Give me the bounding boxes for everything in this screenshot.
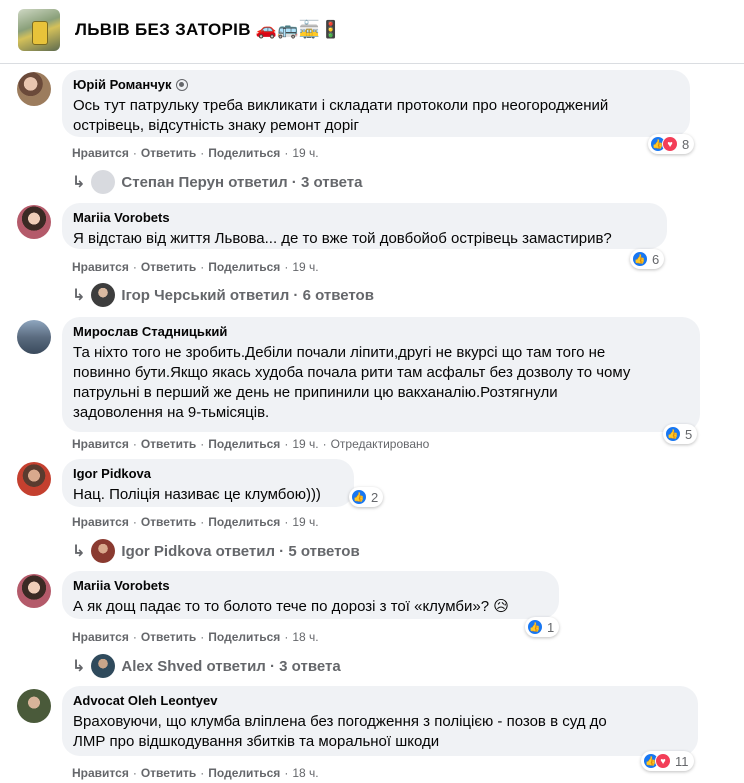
comment-author[interactable]: Mariia Vorobets <box>73 210 170 226</box>
reply-arrow-icon: ↳ <box>72 287 86 304</box>
avatar[interactable] <box>17 205 51 239</box>
reply-button[interactable]: Ответить <box>141 146 196 160</box>
reaction-count: 1 <box>547 619 555 635</box>
avatar[interactable] <box>17 320 51 354</box>
avatar[interactable] <box>17 574 51 608</box>
replies-summary: Ігор Черський ответил · 6 ответов <box>121 286 374 304</box>
comment-author[interactable]: Advocat Oleh Leontyev <box>73 693 217 709</box>
comment-timestamp[interactable]: 19 ч. <box>292 437 318 451</box>
comment-text: Враховуючи, що клумба вліплена без погод… <box>73 713 607 750</box>
like-button[interactable]: Нравится <box>72 766 129 780</box>
reply-avatar <box>91 654 116 678</box>
reply-button[interactable]: Ответить <box>141 437 196 451</box>
like-button[interactable]: Нравится <box>72 146 129 160</box>
like-reaction-icon: 👍 <box>527 619 543 635</box>
reply-arrow-icon: ↳ <box>72 174 86 191</box>
comment-timestamp[interactable]: 18 ч. <box>292 630 318 644</box>
reaction-count: 6 <box>652 251 660 267</box>
top-fan-badge-icon <box>175 79 188 91</box>
reactions-summary[interactable]: 👍 1 <box>525 617 560 637</box>
comment-text: Нац. Поліція називає це клумбою))) <box>73 486 321 503</box>
like-button[interactable]: Нравится <box>72 515 129 529</box>
comment-actions: Нравится · Ответить · Поделиться · 19 ч. <box>72 146 319 160</box>
comment-author[interactable]: Igor Pidkova <box>73 466 151 482</box>
comment-bubble: Mariia Vorobets А як дощ падає то то бол… <box>62 571 559 619</box>
avatar[interactable] <box>17 72 51 106</box>
comment-timestamp[interactable]: 19 ч. <box>292 515 318 529</box>
reaction-count: 5 <box>685 426 693 442</box>
edited-label[interactable]: Отредактировано <box>331 437 430 451</box>
replies-summary: Степан Перун ответил · 3 ответа <box>121 173 363 191</box>
share-button[interactable]: Поделиться <box>208 630 280 644</box>
reply-button[interactable]: Ответить <box>141 766 196 780</box>
comment-timestamp[interactable]: 19 ч. <box>292 146 318 160</box>
comment-timestamp[interactable]: 18 ч. <box>292 766 318 780</box>
comment-text: Я відстаю від життя Львова... де то вже … <box>73 230 612 247</box>
like-reaction-icon: 👍 <box>632 251 648 267</box>
reactions-summary[interactable]: 👍 5 <box>663 424 698 444</box>
reply-arrow-icon: ↳ <box>72 543 86 560</box>
reply-button[interactable]: Ответить <box>141 515 196 529</box>
comment-bubble: Мирослав Стадницький Та ніхто того не зр… <box>62 317 700 432</box>
reply-button[interactable]: Ответить <box>141 260 196 274</box>
reply-button[interactable]: Ответить <box>141 630 196 644</box>
reactions-summary[interactable]: 👍 2 <box>349 487 384 507</box>
comment-bubble: Юрій Романчук Ось тут патрульку треба ви… <box>62 70 690 137</box>
comment-bubble: Mariia Vorobets Я відстаю від життя Льво… <box>62 203 667 249</box>
replies-summary: Alex Shved ответил · 3 ответа <box>121 657 341 675</box>
comment-bubble: Igor Pidkova Нац. Поліція називає це клу… <box>62 459 354 507</box>
love-reaction-icon: ♥ <box>655 753 671 769</box>
like-button[interactable]: Нравится <box>72 437 129 451</box>
reply-avatar <box>91 283 116 307</box>
reply-avatar <box>91 539 116 563</box>
group-header: ЛЬВІВ БЕЗ ЗАТОРІВ 🚗🚌🚋🚦 <box>0 0 744 64</box>
reply-arrow-icon: ↳ <box>72 658 86 675</box>
comment-text: А як дощ падає то то болото тече по доро… <box>73 598 509 615</box>
view-replies-link[interactable]: ↳ Степан Перун ответил · 3 ответа <box>72 170 362 194</box>
comment-actions: Нравится · Ответить · Поделиться · 18 ч. <box>72 766 319 780</box>
share-button[interactable]: Поделиться <box>208 515 280 529</box>
share-button[interactable]: Поделиться <box>208 260 280 274</box>
view-replies-link[interactable]: ↳ Igor Pidkova ответил · 5 ответов <box>72 539 360 563</box>
comment-author[interactable]: Мирослав Стадницький <box>73 324 227 340</box>
comment-thread: Юрій Романчук Ось тут патрульку треба ви… <box>0 64 744 783</box>
comment-actions: Нравится · Ответить · Поделиться · 19 ч. <box>72 515 319 529</box>
like-reaction-icon: 👍 <box>351 489 367 505</box>
group-title[interactable]: ЛЬВІВ БЕЗ ЗАТОРІВ 🚗🚌🚋🚦 <box>75 20 342 40</box>
reactions-summary[interactable]: 👍 ♥ 8 <box>648 134 695 154</box>
share-button[interactable]: Поделиться <box>208 437 280 451</box>
reaction-count: 2 <box>371 489 379 505</box>
like-reaction-icon: 👍 <box>665 426 681 442</box>
comment-timestamp[interactable]: 19 ч. <box>292 260 318 274</box>
reaction-count: 11 <box>675 753 689 769</box>
reply-avatar <box>91 170 116 194</box>
share-button[interactable]: Поделиться <box>208 766 280 780</box>
reaction-count: 8 <box>682 136 690 152</box>
comment-actions: Нравится · Ответить · Поделиться · 19 ч. <box>72 260 319 274</box>
reactions-summary[interactable]: 👍 ♥ 11 <box>641 751 694 771</box>
comment-author[interactable]: Юрій Романчук <box>73 77 172 93</box>
like-button[interactable]: Нравится <box>72 260 129 274</box>
love-reaction-icon: ♥ <box>662 136 678 152</box>
reactions-summary[interactable]: 👍 6 <box>630 249 665 269</box>
view-replies-link[interactable]: ↳ Alex Shved ответил · 3 ответа <box>72 654 341 678</box>
comment-author[interactable]: Mariia Vorobets <box>73 578 170 594</box>
like-button[interactable]: Нравится <box>72 630 129 644</box>
view-replies-link[interactable]: ↳ Ігор Черський ответил · 6 ответов <box>72 283 374 307</box>
comment-actions: Нравится · Ответить · Поделиться · 18 ч. <box>72 630 319 644</box>
comment-bubble: Advocat Oleh Leontyev Враховуючи, що клу… <box>62 686 698 756</box>
avatar[interactable] <box>17 462 51 496</box>
comment-text: Та ніхто того не зробить.Дебіли почали л… <box>73 344 631 421</box>
avatar[interactable] <box>17 689 51 723</box>
comment-text: Ось тут патрульку треба викликати і скла… <box>73 97 609 134</box>
share-button[interactable]: Поделиться <box>208 146 280 160</box>
comment-actions: Нравится · Ответить · Поделиться · 19 ч. · О… <box>72 437 430 451</box>
group-cover-thumbnail[interactable] <box>18 9 60 51</box>
replies-summary: Igor Pidkova ответил · 5 ответов <box>121 542 360 560</box>
